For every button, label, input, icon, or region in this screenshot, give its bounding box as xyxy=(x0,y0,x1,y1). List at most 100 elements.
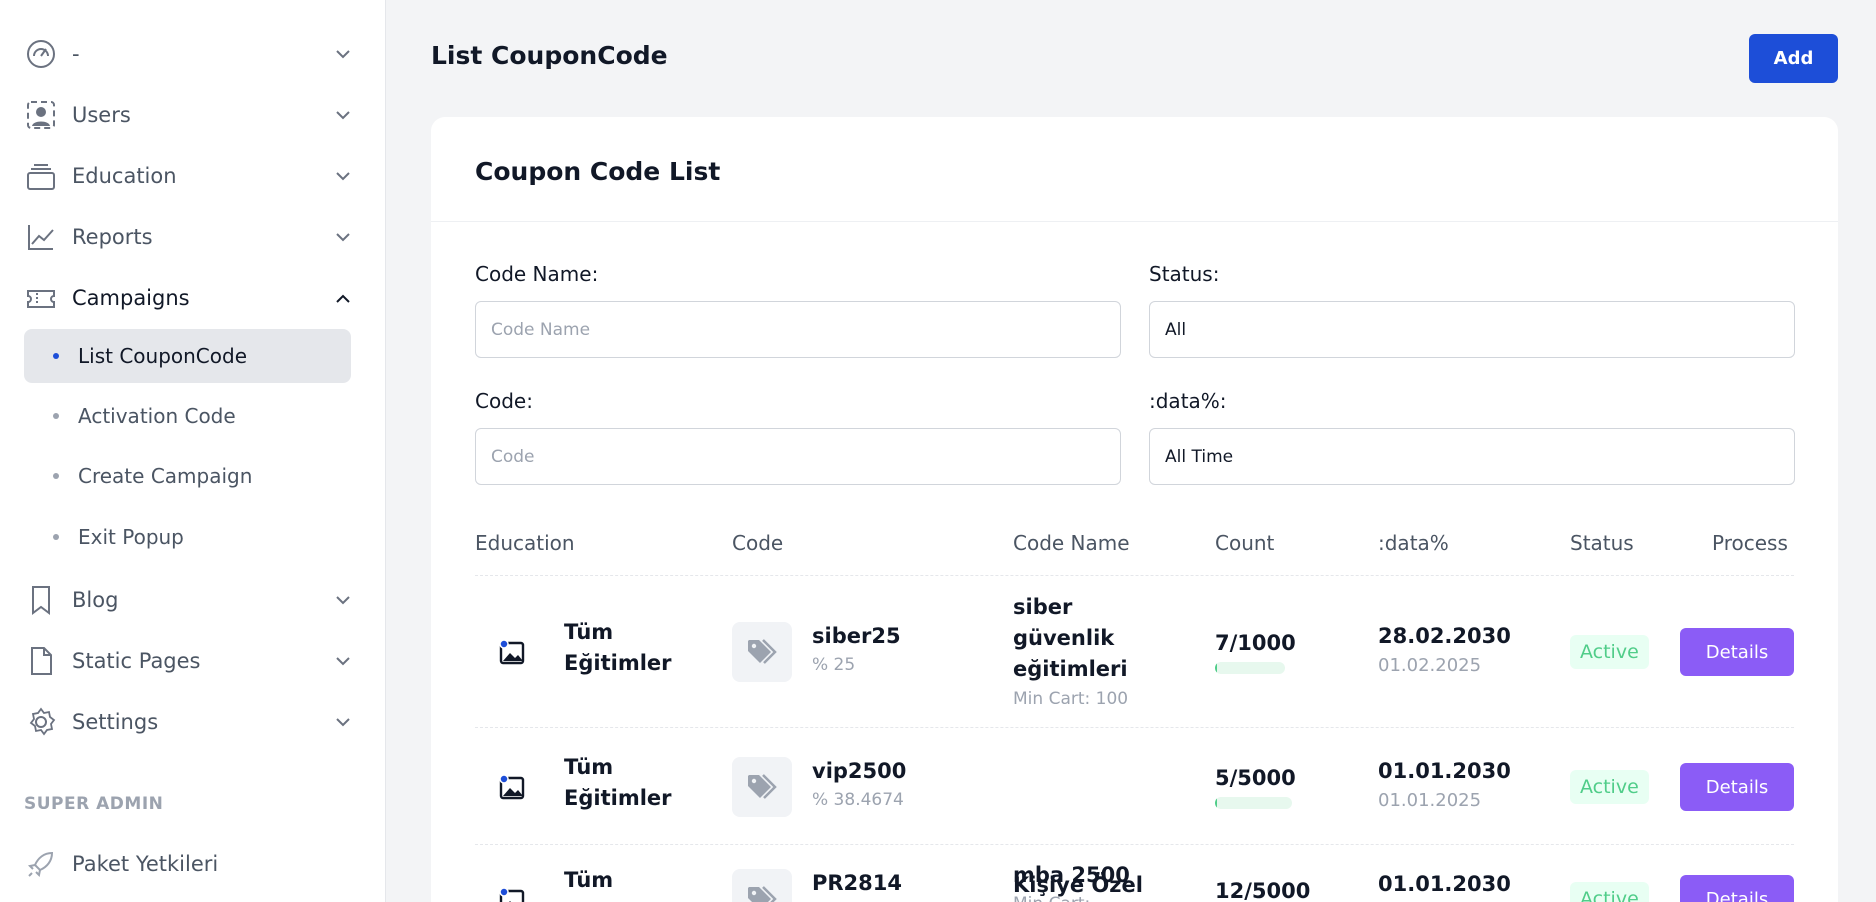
sidebar-subitem-label: Create Campaign xyxy=(78,464,253,488)
column-header-date: :data% xyxy=(1378,531,1449,555)
page-title: List CouponCode xyxy=(431,41,668,70)
bookmark-icon xyxy=(24,583,58,617)
chart-icon xyxy=(24,220,58,254)
sidebar-item-campaigns[interactable]: Campaigns xyxy=(24,275,360,321)
usage-progress-fill xyxy=(1215,662,1218,674)
chevron-down-icon xyxy=(334,652,352,670)
code-name-input[interactable] xyxy=(475,301,1121,358)
column-header-education: Education xyxy=(475,531,575,555)
sidebar-item-label: Education xyxy=(72,164,177,188)
sidebar-item-label: Campaigns xyxy=(72,286,190,310)
sidebar-item-label: Settings xyxy=(72,710,159,734)
sidebar-item-settings[interactable]: Settings xyxy=(24,699,360,745)
discount-value: % 25 xyxy=(812,655,856,675)
sidebar-item-static-pages[interactable]: Static Pages xyxy=(24,638,360,684)
chevron-down-icon xyxy=(334,228,352,246)
bullet-icon xyxy=(53,353,59,359)
count-value: 5/5000 xyxy=(1215,766,1296,790)
status-select-value: All xyxy=(1165,319,1187,340)
coupon-code-card: Coupon Code List Code Name: Status: All … xyxy=(431,117,1838,902)
usage-progress-bar xyxy=(1215,797,1292,809)
bullet-icon xyxy=(53,534,59,540)
code-value: vip2500 xyxy=(812,759,907,783)
end-date: 28.02.2030 xyxy=(1378,624,1511,648)
sidebar-subitem-label: Exit Popup xyxy=(78,525,184,549)
bullet-icon xyxy=(53,473,59,479)
sidebar-subitem-list-couponcode[interactable]: List CouponCode xyxy=(24,329,351,383)
code-name-value: Kişiye Özel xyxy=(1013,873,1143,897)
chevron-down-icon xyxy=(334,713,352,731)
sidebar-item-blog[interactable]: Blog xyxy=(24,577,360,623)
usage-progress-bar xyxy=(1215,662,1285,674)
sidebar-subitem-activation-code[interactable]: Activation Code xyxy=(24,389,351,443)
start-date: 01.01.2025 xyxy=(1378,790,1482,811)
add-button[interactable]: Add xyxy=(1749,34,1838,83)
column-header-count: Count xyxy=(1215,531,1275,555)
row-divider xyxy=(475,844,1794,845)
date-range-label: :data%: xyxy=(1149,389,1227,413)
sidebar-item-label: - xyxy=(72,42,80,66)
column-header-status: Status xyxy=(1570,531,1634,555)
ticket-icon xyxy=(24,281,58,315)
chevron-up-icon xyxy=(334,289,352,307)
chevron-down-icon xyxy=(334,167,352,185)
discount-value: % 38.4674 xyxy=(812,790,904,810)
details-button[interactable]: Details xyxy=(1680,763,1794,811)
image-icon xyxy=(497,885,527,902)
count-value: 7/1000 xyxy=(1215,631,1296,655)
education-name: Tüm Eğitimler xyxy=(564,620,672,675)
gear-icon xyxy=(24,705,58,739)
sidebar-item-label: Blog xyxy=(72,588,119,612)
count-value: 12/5000 xyxy=(1215,879,1311,902)
sidebar-subitem-exit-popup[interactable]: Exit Popup xyxy=(24,510,351,564)
sidebar-item-users[interactable]: Users xyxy=(24,92,360,138)
code-name-value: siber güvenlik eğitimleri xyxy=(1013,595,1128,681)
date-range-select[interactable]: All Time xyxy=(1149,428,1795,485)
start-date: 01.02.2025 xyxy=(1378,655,1482,676)
details-button[interactable]: Details xyxy=(1680,628,1794,676)
column-header-code-name: Code Name xyxy=(1013,531,1130,555)
image-icon xyxy=(497,772,527,802)
sidebar-item-education[interactable]: Education xyxy=(24,153,360,199)
code-value: siber25 xyxy=(812,624,901,648)
sidebar: - Users Education Reports Campaigns List… xyxy=(0,0,386,902)
image-icon xyxy=(497,637,527,667)
sidebar-item-paket-yetkileri[interactable]: Paket Yetkileri xyxy=(24,841,360,887)
file-icon xyxy=(24,644,58,678)
sidebar-item-label: Reports xyxy=(72,225,153,249)
bullet-icon xyxy=(53,413,59,419)
code-input[interactable] xyxy=(475,428,1121,485)
end-date: 01.01.2030 xyxy=(1378,872,1511,896)
education-name: Tüm Eğitimler xyxy=(564,755,672,810)
code-name-label: Code Name: xyxy=(475,262,599,286)
row-divider xyxy=(475,575,1794,576)
tag-icon xyxy=(732,869,792,902)
column-header-process: Process xyxy=(1712,531,1788,555)
sidebar-item-label: Users xyxy=(72,103,131,127)
status-badge: Active xyxy=(1570,770,1649,804)
date-range-value: All Time xyxy=(1165,446,1234,467)
sidebar-subitem-label: Activation Code xyxy=(78,404,236,428)
status-select[interactable]: All xyxy=(1149,301,1795,358)
card-title: Coupon Code List xyxy=(475,157,721,186)
layers-icon xyxy=(24,159,58,193)
users-icon xyxy=(24,98,58,132)
code-value: PR2814 xyxy=(812,871,903,895)
chevron-down-icon xyxy=(334,591,352,609)
sidebar-item-label: Paket Yetkileri xyxy=(72,852,219,876)
sidebar-item-reports[interactable]: Reports xyxy=(24,214,360,260)
usage-progress-fill xyxy=(1215,797,1218,809)
details-button[interactable]: Details xyxy=(1680,875,1794,902)
status-label: Status: xyxy=(1149,262,1220,286)
status-badge: Active xyxy=(1570,635,1649,669)
chevron-down-icon xyxy=(334,106,352,124)
tag-icon xyxy=(732,622,792,682)
end-date: 01.01.2030 xyxy=(1378,759,1511,783)
sidebar-item-dashboard[interactable]: - xyxy=(24,31,360,77)
tag-icon xyxy=(732,757,792,817)
rocket-icon xyxy=(24,847,58,881)
min-cart-value: Min Cart: 100 xyxy=(1013,689,1129,709)
sidebar-item-label: Static Pages xyxy=(72,649,201,673)
sidebar-subitem-create-campaign[interactable]: Create Campaign xyxy=(24,449,351,503)
dashboard-icon xyxy=(24,37,58,71)
